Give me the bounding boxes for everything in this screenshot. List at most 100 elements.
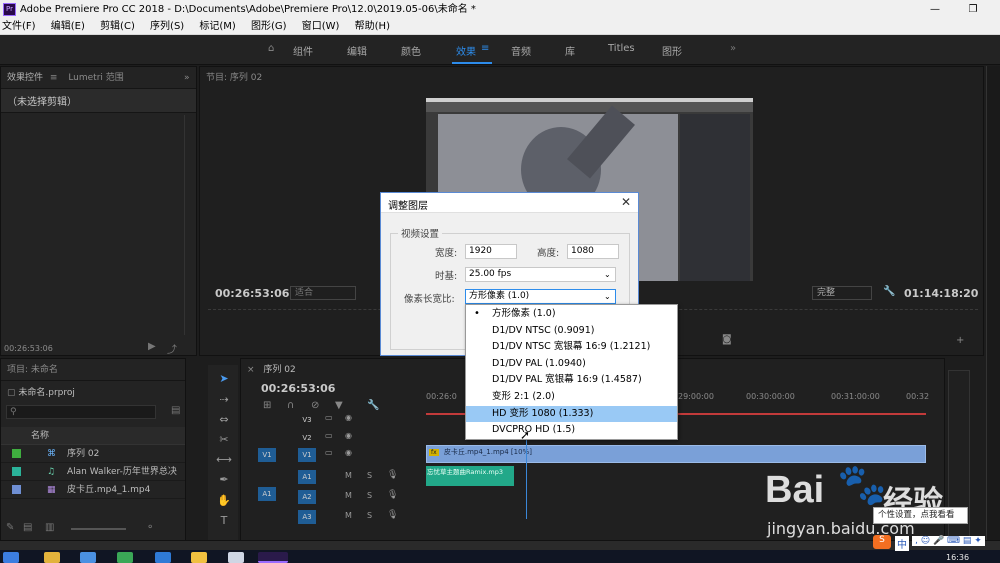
chrome-icon[interactable] [117,552,133,563]
source-v1-toggle[interactable]: V1 [258,448,276,462]
fit-select[interactable]: 适合 [290,286,356,300]
workspace-editing[interactable]: 编辑 [347,43,367,58]
height-field[interactable]: 1080 [567,244,619,259]
home-icon[interactable]: ⌂ [268,43,274,54]
add-button-icon[interactable]: + [956,335,964,346]
track-name[interactable]: A3 [298,510,316,524]
export-frame-icon[interactable]: ▶ [148,341,156,352]
freeform-view-icon[interactable]: ▥ [45,522,54,533]
menu-sequence[interactable]: 序列(S) [150,21,184,32]
more-workspaces-icon[interactable]: » [730,43,736,54]
mute-button[interactable]: M [345,491,352,500]
snap-icon[interactable]: ⊞ [263,400,271,411]
eye-icon[interactable]: ◉ [345,413,352,422]
new-bin-icon[interactable]: ▤ [171,405,180,416]
close-icon[interactable]: ✕ [621,195,631,209]
width-field[interactable]: 1920 [465,244,517,259]
mic-icon[interactable]: 🎙 [387,510,398,520]
settings-wrench-icon[interactable]: 🔧 [367,400,379,411]
folder-icon[interactable] [191,552,207,563]
minimize-button[interactable]: — [925,0,945,19]
workspace-color[interactable]: 颜色 [401,43,421,58]
workspace-graphics[interactable]: 图形 [662,43,682,58]
tab-effect-controls[interactable]: 效果控件 [7,73,43,83]
list-item[interactable]: ♫ Alan Walker-历年世界总决 [1,463,185,481]
sync-lock-icon[interactable]: ▭ [325,431,333,440]
workspace-assembly[interactable]: 组件 [293,43,313,58]
track-name[interactable]: V3 [298,413,316,427]
dropdown-option[interactable]: D1/DV NTSC (0.9091) [466,323,677,340]
workspace-audio[interactable]: 音频 [511,43,531,58]
export-icon[interactable]: ⤴ [167,341,177,356]
dropdown-option[interactable]: • 方形像素 (1.0) [466,306,677,323]
menu-edit[interactable]: 编辑(E) [51,21,85,32]
effects-scrollbar[interactable] [184,115,192,335]
timeline-tab[interactable]: 序列 02 [263,365,295,375]
project-search-input[interactable]: ⚲ [6,405,156,419]
premiere-taskbar-icon[interactable] [258,552,288,563]
mute-button[interactable]: M [345,511,352,520]
timebase-select[interactable]: 25.00 fps ⌄ [465,267,616,282]
track-select-icon[interactable]: ⇢ [215,393,233,409]
eye-icon[interactable]: ◉ [345,448,352,457]
audio-clip[interactable]: 忘忧草主题曲Ramix.mp3 [426,466,514,486]
source-a1-toggle[interactable]: A1 [258,487,276,501]
tab-lumetri-scopes[interactable]: Lumetri 范围 [68,73,123,83]
solo-button[interactable]: S [367,471,372,480]
program-monitor-tab[interactable]: 节目: 序列 02 [206,73,262,83]
taskbar-app-icon[interactable] [228,552,244,563]
slip-icon[interactable]: ⟷ [215,453,233,469]
sync-lock-icon[interactable]: ▭ [325,413,333,422]
pixel-aspect-select[interactable]: 方形像素 (1.0) ⌄ [465,289,616,304]
list-item[interactable]: ⌘ 序列 02 [1,445,185,463]
menu-clip[interactable]: 剪辑(C) [100,21,135,32]
zoom-slider[interactable] [71,528,126,530]
icon-view-icon[interactable]: ▤ [23,522,32,533]
column-header[interactable]: 名称 [1,427,185,445]
marker-icon[interactable]: ▼ [335,400,343,411]
track-name[interactable]: V2 [298,431,316,445]
menu-window[interactable]: 窗口(W) [302,21,340,32]
sync-lock-icon[interactable]: ▭ [325,448,333,457]
linked-icon[interactable]: ⊘ [311,400,319,411]
menu-marker[interactable]: 标记(M) [199,21,235,32]
dropdown-option[interactable]: D1/DV NTSC 宽银幕 16:9 (1.2121) [466,339,677,356]
tab-menu-icon[interactable]: ≡ [50,73,58,83]
dropdown-option-highlighted[interactable]: HD 变形 1080 (1.333) [466,405,677,423]
menu-help[interactable]: 帮助(H) [355,21,390,32]
pen-icon[interactable]: ✒ [215,473,233,489]
camera-icon[interactable]: ◙ [722,334,732,345]
browser-icon[interactable] [80,552,96,563]
menu-graphics[interactable]: 图形(G) [251,21,287,32]
menu-file[interactable]: 文件(F) [2,21,36,32]
list-view-icon[interactable]: ✎ [6,522,14,533]
selection-tool-icon[interactable]: ➤ [215,372,233,388]
razor-icon[interactable]: ✂ [215,433,233,449]
panel-overflow-icon[interactable]: » [184,67,190,89]
quality-select[interactable]: 完整 [812,286,872,300]
explorer-icon[interactable] [44,552,60,563]
eye-icon[interactable]: ◉ [345,431,352,440]
mute-button[interactable]: M [345,471,352,480]
magnet-icon[interactable]: ∩ [287,400,294,411]
mic-icon[interactable]: 🎙 [387,470,398,480]
close-tab-icon[interactable]: × [247,365,255,375]
mic-icon[interactable]: 🎙 [387,490,398,500]
windows-start-icon[interactable] [3,552,19,563]
search-icon[interactable]: ⚬ [146,522,154,533]
project-tab[interactable]: 项目: 未命名 [7,365,58,375]
ie-icon[interactable] [155,552,171,563]
ripple-edit-icon[interactable]: ⇔ [215,413,233,429]
solo-button[interactable]: S [367,491,372,500]
track-name[interactable]: A1 [298,470,316,484]
restore-icon[interactable]: ❐ [963,0,983,19]
workspace-effects[interactable]: 效果 [456,43,476,58]
dropdown-option[interactable]: D1/DV PAL (1.0940) [466,356,677,373]
workspace-libraries[interactable]: 库 [565,43,575,58]
track-name[interactable]: A2 [298,490,316,504]
wrench-icon[interactable]: 🔧 [883,286,895,297]
list-item[interactable]: ▦ 皮卡丘.mp4_1.mp4 [1,481,185,499]
workspace-menu-icon[interactable]: ≡ [481,43,489,54]
dropdown-option[interactable]: DVCPRO HD (1.5) [466,422,677,439]
dropdown-option[interactable]: D1/DV PAL 宽银幕 16:9 (1.4587) [466,372,677,389]
